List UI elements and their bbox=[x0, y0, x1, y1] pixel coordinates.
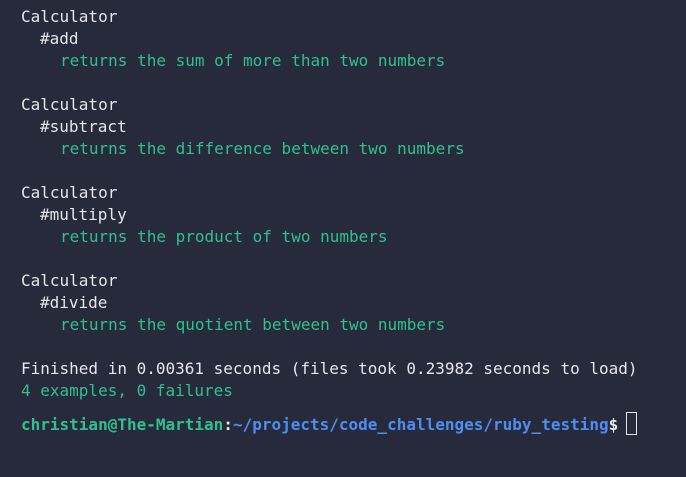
prompt-dollar: $ bbox=[608, 415, 619, 434]
method-label: #add bbox=[40, 29, 79, 48]
method-label: #multiply bbox=[40, 205, 127, 224]
describe-label: Calculator bbox=[21, 7, 118, 26]
describe-label: Calculator bbox=[21, 95, 118, 114]
describe-label: Calculator bbox=[21, 183, 118, 202]
passing-example: returns the difference between two numbe… bbox=[60, 139, 465, 158]
test-group: Calculator #subtract returns the differe… bbox=[21, 94, 686, 160]
passing-example: returns the product of two numbers bbox=[60, 227, 388, 246]
test-group: Calculator #divide returns the quotient … bbox=[21, 270, 686, 336]
terminal-window[interactable]: Calculator #add returns the sum of more … bbox=[0, 0, 686, 477]
result-summary: 4 examples, 0 failures bbox=[21, 381, 233, 400]
test-group: Calculator #add returns the sum of more … bbox=[21, 6, 686, 72]
passing-example: returns the quotient between two numbers bbox=[60, 315, 446, 334]
prompt-colon: : bbox=[223, 415, 233, 434]
finished-timing-line: Finished in 0.00361 seconds (files took … bbox=[21, 359, 638, 378]
describe-label: Calculator bbox=[21, 271, 118, 290]
method-label: #divide bbox=[40, 293, 108, 312]
prompt-user-host: christian@The-Martian bbox=[21, 415, 224, 434]
shell-prompt[interactable]: christian@The-Martian:~/projects/code_ch… bbox=[21, 412, 686, 438]
method-label: #subtract bbox=[40, 117, 127, 136]
passing-example: returns the sum of more than two numbers bbox=[60, 51, 446, 70]
text-cursor[interactable] bbox=[626, 412, 638, 435]
prompt-path: ~/projects/code_challenges/ruby_testing bbox=[232, 415, 609, 434]
test-group: Calculator #multiply returns the product… bbox=[21, 182, 686, 248]
